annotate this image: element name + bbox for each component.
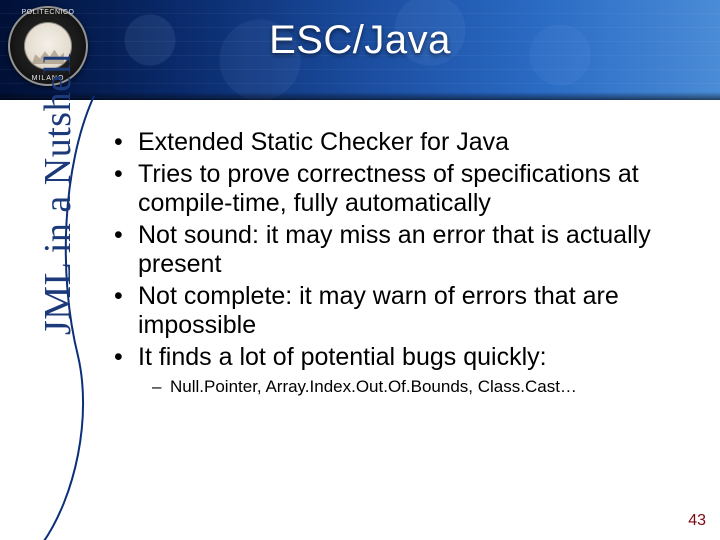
sidebar-vertical-label: JML in a Nutshell xyxy=(36,52,80,335)
bullet-item: Tries to prove correctness of specificat… xyxy=(112,160,692,219)
bullet-list: Extended Static Checker for Java Tries t… xyxy=(112,128,692,397)
content-area: Extended Static Checker for Java Tries t… xyxy=(112,128,692,399)
bullet-item: Not complete: it may warn of errors that… xyxy=(112,282,692,341)
bullet-item: Extended Static Checker for Java xyxy=(112,128,692,158)
bullet-item: It finds a lot of potential bugs quickly… xyxy=(112,343,692,398)
bullet-text: Tries to prove correctness of specificat… xyxy=(138,160,639,218)
slide: POLITECNICO MILANO ESC/Java JML in a Nut… xyxy=(0,0,720,540)
bullet-text: It finds a lot of potential bugs quickly… xyxy=(138,343,547,371)
bullet-text: Not sound: it may miss an error that is … xyxy=(138,221,651,279)
slide-title: ESC/Java xyxy=(0,18,720,63)
logo-top-text: POLITECNICO xyxy=(8,9,88,16)
bullet-text: Not complete: it may warn of errors that… xyxy=(138,282,619,340)
sub-bullet-text: Null.Pointer, Array.Index.Out.Of.Bounds,… xyxy=(170,377,577,396)
page-number: 43 xyxy=(688,512,706,530)
bullet-text: Extended Static Checker for Java xyxy=(138,128,509,156)
sub-bullet-item: Null.Pointer, Array.Index.Out.Of.Bounds,… xyxy=(152,376,692,397)
bullet-item: Not sound: it may miss an error that is … xyxy=(112,221,692,280)
sub-bullet-list: Null.Pointer, Array.Index.Out.Of.Bounds,… xyxy=(152,376,692,397)
